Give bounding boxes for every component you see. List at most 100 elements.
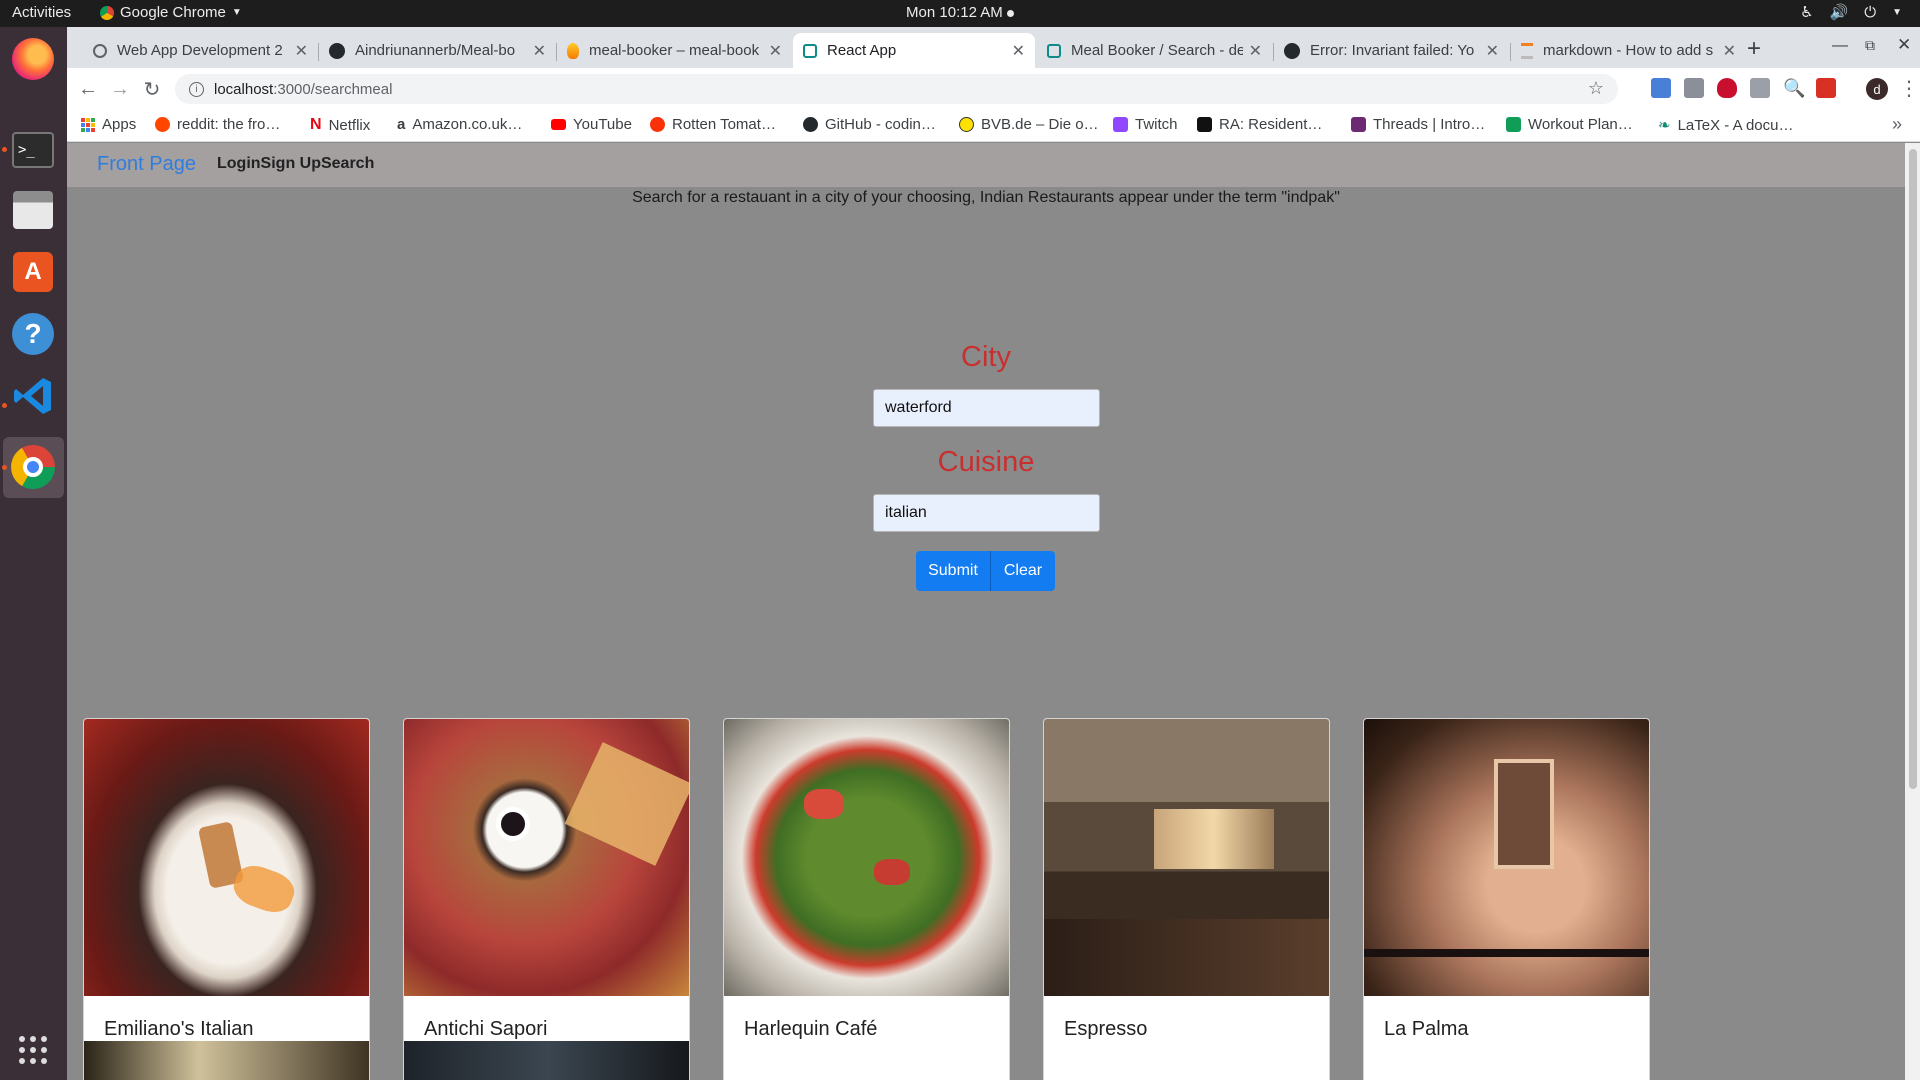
close-icon[interactable]: ✕ [769, 41, 782, 61]
bookmark-twitch[interactable]: Twitch [1113, 116, 1178, 133]
profile-avatar[interactable]: d [1866, 78, 1888, 100]
bookmark-amazon[interactable]: a Amazon.co.uk… [397, 116, 522, 133]
scrollbar-thumb[interactable] [1909, 149, 1917, 789]
forward-button[interactable]: → [107, 76, 133, 102]
reload-button[interactable]: ↻ [139, 76, 165, 102]
restaurant-name: Harlequin Café [744, 1018, 878, 1040]
back-button[interactable]: ← [75, 76, 101, 102]
dock-vscode[interactable] [10, 373, 56, 419]
clock[interactable]: Mon 10:12 AM [906, 4, 1003, 21]
bookmark-workout-plan[interactable]: Workout Plan… [1506, 116, 1633, 133]
restaurant-card[interactable]: Emiliano's Italian [83, 718, 370, 1080]
bookmark-netflix[interactable]: N Netflix [310, 116, 370, 134]
extension-icon[interactable] [1684, 78, 1704, 98]
dock-terminal[interactable]: >_ [10, 127, 56, 173]
close-window-button[interactable]: ✕ [1897, 35, 1911, 55]
tab-title: React App [827, 42, 897, 59]
bookmark-rotten-tomatoes[interactable]: Rotten Tomat… [650, 116, 776, 133]
clear-button[interactable]: Clear [991, 551, 1055, 591]
bookmark-github[interactable]: GitHub - codin… [803, 116, 936, 133]
vscode-icon [14, 378, 51, 414]
restaurant-card[interactable]: Harlequin Café [723, 718, 1010, 1080]
bookmark-apps[interactable]: Apps [81, 116, 136, 133]
tab[interactable]: markdown - How to add s ✕ [1511, 33, 1746, 68]
tray-chevron-icon[interactable]: ▼ [1892, 7, 1902, 18]
close-icon[interactable]: ✕ [533, 41, 546, 61]
chevron-down-icon: ▼ [231, 7, 242, 18]
bookmark-reddit[interactable]: reddit: the fro… [155, 116, 280, 133]
activities-button[interactable]: Activities [12, 4, 71, 21]
city-input[interactable] [873, 389, 1100, 427]
system-top-bar: Activities Google Chrome ▼ Mon 10:12 AM … [0, 0, 1920, 27]
bookmark-latex[interactable]: ❧ LaTeX - A docu… [1658, 116, 1793, 135]
chrome-menu-icon[interactable]: ⋮ [1899, 76, 1919, 101]
nav-signup-link[interactable]: Sign Up [261, 155, 321, 173]
dock-firefox[interactable] [10, 36, 56, 82]
cuisine-input[interactable] [873, 494, 1100, 532]
tab[interactable]: Error: Invariant failed: Yo ✕ [1274, 33, 1509, 68]
app-menu[interactable]: Google Chrome ▼ [100, 4, 242, 21]
dock-files[interactable] [10, 187, 56, 233]
info-icon[interactable]: i [189, 81, 204, 97]
close-icon[interactable]: ✕ [1723, 41, 1736, 61]
new-tab-button[interactable]: + [1747, 35, 1761, 63]
app-menu-label: Google Chrome [120, 4, 226, 21]
search-extension-icon[interactable]: 🔍 [1783, 78, 1805, 98]
dock-help[interactable]: ? [10, 311, 56, 357]
dock-ubuntu-software[interactable]: A [10, 249, 56, 295]
twitch-icon [1113, 117, 1128, 132]
url-host: localhost [214, 80, 274, 98]
page-content: Front Page Login Sign Up Search Search f… [67, 143, 1905, 1080]
minimize-button[interactable]: — [1832, 37, 1848, 55]
bookmark-label: Twitch [1135, 116, 1178, 133]
software-center-icon: A [13, 252, 53, 292]
threads-icon [1351, 117, 1366, 132]
bvb-icon [959, 117, 974, 132]
tab-active[interactable]: React App ✕ [793, 33, 1035, 68]
running-indicator [2, 147, 7, 152]
accessibility-icon[interactable]: ♿ [1800, 3, 1813, 21]
bookmark-youtube[interactable]: YouTube [551, 116, 632, 133]
site-navbar: Front Page Login Sign Up Search [67, 143, 1905, 187]
brand-link[interactable]: Front Page [97, 153, 196, 176]
nav-login-link[interactable]: Login [217, 155, 261, 173]
address-bar[interactable]: i localhost:3000/searchmeal ☆ [175, 74, 1618, 104]
extension-icon[interactable] [1816, 78, 1836, 98]
bookmark-resident-advisor[interactable]: RA: Resident… [1197, 116, 1322, 133]
bookmarks-bar: Apps reddit: the fro… N Netflix a Amazon.c… [67, 110, 1920, 142]
bookmark-star-icon[interactable]: ☆ [1588, 78, 1604, 99]
show-applications-button[interactable] [10, 1027, 56, 1073]
tab[interactable]: Meal Booker / Search - de ✕ [1037, 33, 1272, 68]
volume-icon[interactable]: 🔊 [1830, 3, 1849, 21]
extension-icon[interactable] [1750, 78, 1770, 98]
close-icon[interactable]: ✕ [1486, 41, 1499, 61]
bookmark-label: RA: Resident… [1219, 116, 1323, 133]
restaurant-photo-secondary [84, 1041, 369, 1080]
bookmark-label: Rotten Tomat… [672, 116, 776, 133]
close-icon[interactable]: ✕ [1249, 41, 1262, 61]
restaurant-card[interactable]: Antichi Sapori [403, 718, 690, 1080]
tab[interactable]: Aindriunannerb/Meal-bo ✕ [319, 33, 556, 68]
ublock-icon[interactable] [1717, 78, 1737, 98]
bookmarks-overflow-button[interactable]: » [1892, 114, 1902, 135]
dock-chrome[interactable] [10, 444, 56, 490]
translate-extension-icon[interactable] [1651, 78, 1671, 98]
bookmark-threads[interactable]: Threads | Intro… [1351, 116, 1485, 133]
restaurant-card[interactable]: Espresso [1043, 718, 1330, 1080]
tab-strip: Web App Development 2 ✕ Aindriunannerb/M… [67, 27, 1920, 68]
power-icon[interactable]: ⏻ [1864, 4, 1876, 21]
submit-button[interactable]: Submit [916, 551, 991, 591]
page-scrollbar[interactable] [1905, 143, 1920, 1080]
bookmark-bvb[interactable]: BVB.de – Die o… [959, 116, 1099, 133]
tomato-icon [650, 117, 665, 132]
close-icon[interactable]: ✕ [1012, 41, 1025, 61]
tab[interactable]: meal-booker – meal-book ✕ [557, 33, 792, 68]
nav-search-link[interactable]: Search [321, 155, 374, 173]
restaurant-card[interactable]: La Palma [1363, 718, 1650, 1080]
restore-button[interactable]: ⧉ [1865, 37, 1875, 54]
tab-title: meal-booker – meal-book [589, 42, 760, 59]
tab[interactable]: Web App Development 2 ✕ [83, 33, 318, 68]
flame-icon [567, 42, 579, 59]
amazon-icon: a [397, 116, 406, 133]
close-icon[interactable]: ✕ [295, 41, 308, 61]
